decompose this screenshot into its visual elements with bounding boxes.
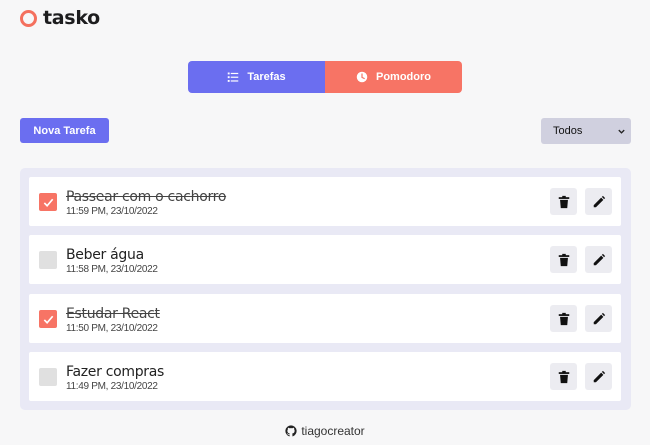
trash-icon	[558, 253, 569, 266]
app-name: tasko	[43, 7, 100, 29]
task-title: Beber água	[66, 247, 144, 263]
app-logo: tasko	[20, 7, 100, 29]
github-icon	[285, 425, 297, 437]
tab-pomodoro[interactable]: Pomodoro	[325, 61, 462, 93]
delete-button[interactable]	[550, 305, 577, 332]
task-date: 11:58 PM, 23/10/2022	[66, 264, 158, 275]
check-icon	[43, 315, 53, 324]
filter-selected-value: Todos	[553, 125, 583, 137]
task-item: Estudar React 11:50 PM, 23/10/2022	[29, 294, 621, 343]
task-checkbox[interactable]	[39, 193, 57, 211]
delete-button[interactable]	[550, 246, 577, 273]
tab-tarefas-label: Tarefas	[247, 71, 286, 83]
task-date: 11:49 PM, 23/10/2022	[66, 381, 158, 392]
view-tabs: Tarefas Pomodoro	[188, 61, 462, 93]
delete-button[interactable]	[550, 188, 577, 215]
trash-icon	[558, 195, 569, 208]
pencil-icon	[593, 312, 605, 324]
logo-ring-icon	[20, 9, 37, 27]
footer-credit[interactable]: tiagocreator	[0, 424, 650, 438]
filter-select[interactable]: Todos	[541, 118, 631, 144]
task-checkbox[interactable]	[39, 251, 57, 269]
task-checkbox[interactable]	[39, 368, 57, 386]
pencil-icon	[593, 253, 605, 265]
task-date: 11:59 PM, 23/10/2022	[66, 206, 158, 217]
task-item: Beber água 11:58 PM, 23/10/2022	[29, 235, 621, 284]
new-task-button[interactable]: Nova Tarefa	[20, 118, 109, 143]
task-checkbox[interactable]	[39, 310, 57, 328]
clock-icon	[356, 71, 368, 83]
task-item: Fazer compras 11:49 PM, 23/10/2022	[29, 352, 621, 401]
task-date: 11:50 PM, 23/10/2022	[66, 323, 158, 334]
edit-button[interactable]	[585, 363, 612, 390]
task-title: Estudar React	[66, 306, 160, 322]
list-check-icon	[228, 72, 239, 82]
chevron-down-icon	[618, 129, 625, 134]
edit-button[interactable]	[585, 188, 612, 215]
delete-button[interactable]	[550, 363, 577, 390]
task-title: Passear com o cachorro	[66, 189, 227, 205]
task-title: Fazer compras	[66, 364, 165, 380]
task-item: Passear com o cachorro 11:59 PM, 23/10/2…	[29, 177, 621, 226]
edit-button[interactable]	[585, 305, 612, 332]
pencil-icon	[593, 370, 605, 382]
footer-author: tiagocreator	[301, 424, 365, 438]
trash-icon	[558, 312, 569, 325]
edit-button[interactable]	[585, 246, 612, 273]
tab-pomodoro-label: Pomodoro	[376, 71, 431, 83]
trash-icon	[558, 370, 569, 383]
pencil-icon	[593, 195, 605, 207]
tab-tarefas[interactable]: Tarefas	[188, 61, 325, 93]
check-icon	[43, 198, 53, 207]
task-list: Passear com o cachorro 11:59 PM, 23/10/2…	[20, 168, 631, 410]
